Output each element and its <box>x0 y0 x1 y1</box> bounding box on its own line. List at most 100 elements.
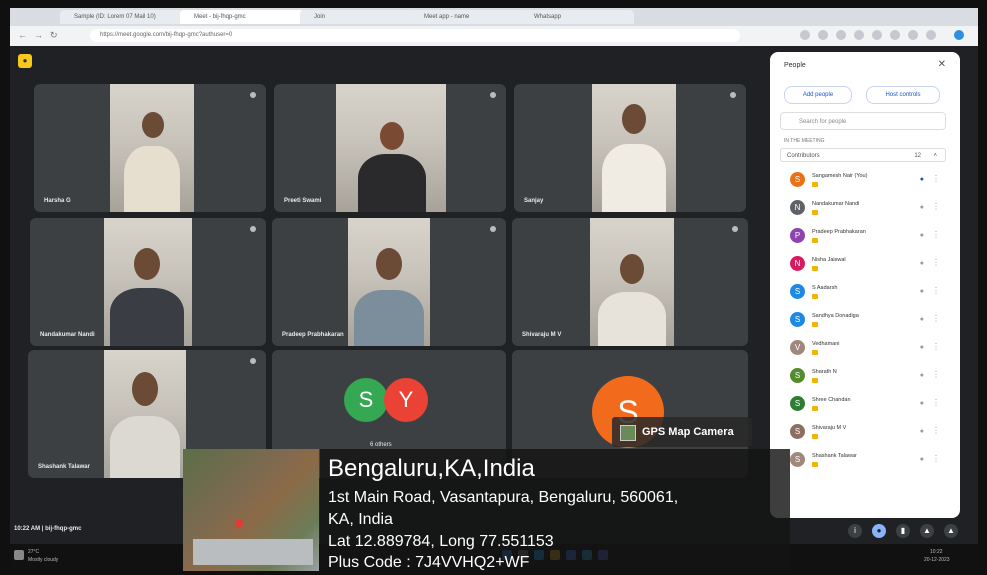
participant-row-name: Nisha Jaiswal <box>812 257 846 263</box>
extension-icon[interactable] <box>890 30 900 40</box>
mic-off-icon[interactable]: ● <box>920 288 924 295</box>
raised-hand-icon <box>812 238 818 243</box>
participant-row-name: Sangamesh Nair (You) <box>812 173 868 179</box>
back-icon[interactable]: ← <box>18 30 27 40</box>
participant-row[interactable]: S Shivaraju M V ● ⋮ <box>780 420 948 446</box>
participant-video <box>590 218 674 346</box>
section-label: IN THE MEETING <box>784 138 825 144</box>
participant-avatar: S <box>790 424 805 439</box>
more-options-icon[interactable]: ⋮ <box>932 202 940 211</box>
raised-hand-icon <box>812 406 818 411</box>
more-options-icon[interactable]: ⋮ <box>932 258 940 267</box>
people-icon[interactable]: ● <box>872 524 886 538</box>
participant-row[interactable]: S Sharath N ● ⋮ <box>780 364 948 390</box>
extension-icon[interactable] <box>818 30 828 40</box>
more-options-icon[interactable]: ⋮ <box>932 370 940 379</box>
pin-icon[interactable] <box>250 92 256 98</box>
raised-hand-icon <box>812 378 818 383</box>
extension-icon[interactable] <box>836 30 846 40</box>
participant-video <box>110 84 194 212</box>
browser-tab[interactable]: Whatsapp <box>520 10 634 24</box>
raised-hand-icon <box>812 210 818 215</box>
extension-icon[interactable] <box>926 30 936 40</box>
mic-off-icon[interactable]: ● <box>920 316 924 323</box>
participant-avatar: S <box>790 312 805 327</box>
raised-hand-icon <box>812 462 818 467</box>
participant-row[interactable]: S Shree Chandan ● ⋮ <box>780 392 948 418</box>
reload-icon[interactable]: ↻ <box>50 30 58 41</box>
activities-icon[interactable]: ▲ <box>920 524 934 538</box>
participant-tile[interactable]: Harsha G <box>34 84 266 212</box>
pin-icon[interactable] <box>490 226 496 232</box>
mic-off-icon[interactable]: ● <box>920 428 924 435</box>
raised-hand-icon <box>812 322 818 327</box>
participant-row[interactable]: N Nisha Jaiswal ● ⋮ <box>780 252 948 278</box>
pin-icon[interactable] <box>250 358 256 364</box>
more-options-icon[interactable]: ⋮ <box>932 426 940 435</box>
participant-row-name: Shivaraju M V <box>812 425 847 431</box>
info-icon[interactable]: i <box>848 524 862 538</box>
participant-tile[interactable]: Pradeep Prabhakaran <box>272 218 506 346</box>
extension-icon[interactable] <box>908 30 918 40</box>
pin-icon[interactable] <box>732 226 738 232</box>
chat-icon[interactable]: ▮ <box>896 524 910 538</box>
profile-icon[interactable] <box>954 30 964 40</box>
mic-off-icon[interactable]: ● <box>920 204 924 211</box>
contributors-dropdown[interactable]: Contributors 12 ˄ <box>780 148 946 162</box>
extension-icon[interactable] <box>800 30 810 40</box>
close-icon[interactable]: ✕ <box>938 59 946 70</box>
browser-tab[interactable]: Meet app - name <box>410 10 524 24</box>
more-options-icon[interactable]: ⋮ <box>932 398 940 407</box>
browser-tab[interactable]: Join <box>300 10 414 24</box>
mic-off-icon[interactable]: ● <box>920 400 924 407</box>
more-options-icon[interactable]: ⋮ <box>932 286 940 295</box>
participant-row[interactable]: S S Aadarsh ● ⋮ <box>780 280 948 306</box>
more-options-icon[interactable]: ⋮ <box>932 314 940 323</box>
participant-row[interactable]: S Shashank Talawar ● ⋮ <box>780 448 948 474</box>
mic-off-icon[interactable]: ● <box>920 344 924 351</box>
participant-row-name: S Aadarsh <box>812 285 838 291</box>
pin-icon[interactable] <box>250 226 256 232</box>
more-options-icon[interactable]: ⋮ <box>932 342 940 351</box>
gps-plus-code: Plus Code : 7J4VVHQ2+WF <box>328 554 530 571</box>
participant-tile[interactable]: Shivaraju M V <box>512 218 748 346</box>
mic-off-icon[interactable]: ● <box>920 372 924 379</box>
mic-off-icon[interactable]: ● <box>920 260 924 267</box>
participant-video <box>336 84 446 212</box>
gps-city: Bengaluru,KA,India <box>328 455 535 482</box>
pin-icon[interactable] <box>490 92 496 98</box>
participant-row[interactable]: S Sandhya Donadiga ● ⋮ <box>780 308 948 334</box>
participant-row[interactable]: P Pradeep Prabhakaran ● ⋮ <box>780 224 948 250</box>
more-options-icon[interactable]: ⋮ <box>932 174 940 183</box>
browser-tab[interactable]: Sample (ID: Lorem 07 Mail 10) <box>60 10 184 24</box>
add-people-button[interactable]: Add people <box>784 86 852 104</box>
mic-off-icon[interactable]: ● <box>920 456 924 463</box>
participant-row[interactable]: S Sangamesh Nair (You) ● ⋮ <box>780 168 948 194</box>
pin-icon[interactable] <box>730 92 736 98</box>
more-options-icon[interactable]: ⋮ <box>932 230 940 239</box>
participant-row-name: Pradeep Prabhakaran <box>812 229 866 235</box>
extension-icon[interactable] <box>854 30 864 40</box>
participant-row[interactable]: V Vedhamani ● ⋮ <box>780 336 948 362</box>
weather-label: Mostly cloudy <box>28 557 59 563</box>
participant-row-name: Shree Chandan <box>812 397 851 403</box>
participant-row-name: Shashank Talawar <box>812 453 857 459</box>
extension-icon[interactable] <box>872 30 882 40</box>
mic-off-icon[interactable]: ● <box>920 232 924 239</box>
forward-icon[interactable]: → <box>34 30 43 40</box>
gps-badge-label: GPS Map Camera <box>642 426 734 438</box>
participant-name: Shashank Talawar <box>38 464 90 470</box>
host-controls-button[interactable]: Host controls <box>866 86 940 104</box>
participant-tile[interactable]: Sanjay <box>514 84 746 212</box>
participant-tile[interactable]: Preeti Swami <box>274 84 506 212</box>
lock-icon[interactable]: ▲ <box>944 524 958 538</box>
gps-address-line2: KA, India <box>328 511 393 528</box>
more-options-icon[interactable]: ⋮ <box>932 454 940 463</box>
gps-caption: Bengaluru,KA,India 1st Main Road, Vasant… <box>320 449 790 571</box>
participant-tile[interactable]: Nandakumar Nandi <box>30 218 266 346</box>
participant-row[interactable]: N Nandakumar Nandi ● ⋮ <box>780 196 948 222</box>
url-field[interactable]: https://meet.google.com/bij-fhqp-gmc?aut… <box>90 29 740 42</box>
search-people-input[interactable]: Search for people <box>780 112 946 130</box>
host-badge-icon[interactable]: ● <box>920 176 924 183</box>
browser-tab-active[interactable]: Meet - bij-fhqp-gmc <box>180 10 304 24</box>
